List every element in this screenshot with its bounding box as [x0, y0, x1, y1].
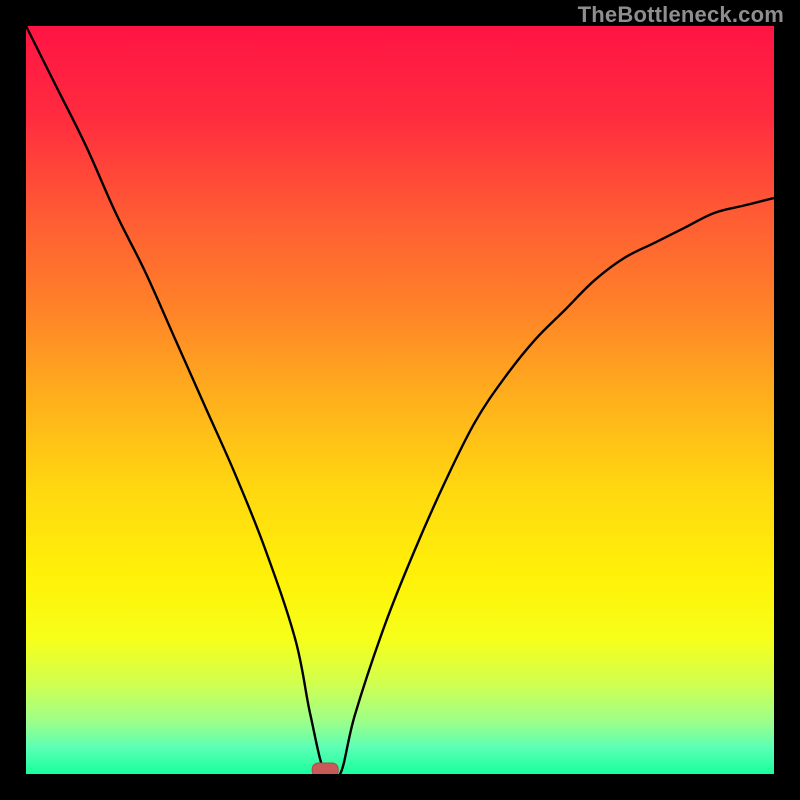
- plot-svg: [26, 26, 774, 774]
- plot-area: [26, 26, 774, 774]
- watermark-text: TheBottleneck.com: [578, 2, 784, 28]
- chart-frame: TheBottleneck.com: [0, 0, 800, 800]
- gradient-background: [26, 26, 774, 774]
- bottleneck-marker: [312, 763, 338, 774]
